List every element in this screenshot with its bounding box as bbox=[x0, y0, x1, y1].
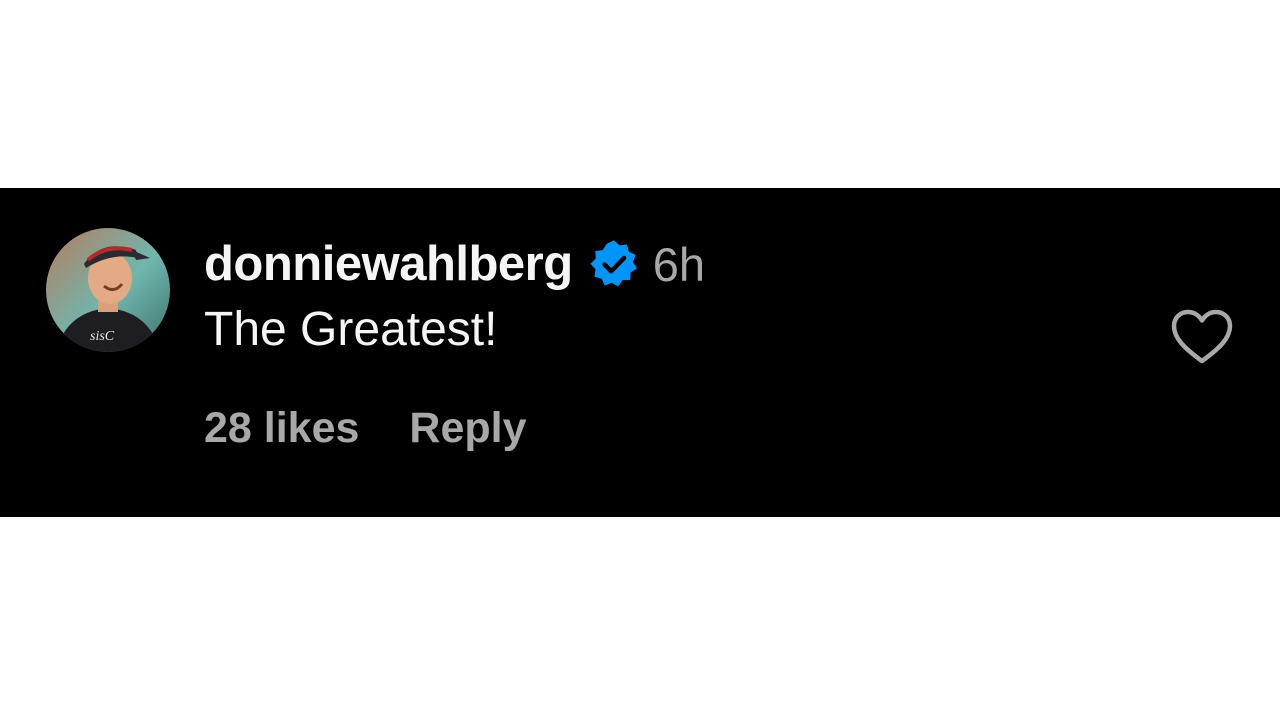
reply-button[interactable]: Reply bbox=[409, 404, 526, 453]
username-link[interactable]: donniewahlberg bbox=[204, 236, 573, 292]
verified-badge-icon bbox=[589, 239, 639, 289]
comment-header: donniewahlberg 6h bbox=[204, 234, 705, 294]
comment-text: The Greatest! bbox=[204, 303, 498, 356]
avatar[interactable]: sisC bbox=[46, 228, 170, 352]
heart-outline-icon[interactable] bbox=[1170, 308, 1234, 366]
comment-actions: 28 likes Reply bbox=[204, 404, 527, 453]
page: sisC donniewahlberg 6h The Greatest! 28 … bbox=[0, 0, 1280, 720]
likes-count-button[interactable]: 28 likes bbox=[204, 404, 359, 453]
svg-text:sisC: sisC bbox=[90, 329, 115, 344]
comment-timestamp: 6h bbox=[652, 237, 705, 291]
comment-item: sisC donniewahlberg 6h The Greatest! 28 … bbox=[0, 188, 1280, 517]
avatar-photo: sisC bbox=[46, 228, 170, 352]
